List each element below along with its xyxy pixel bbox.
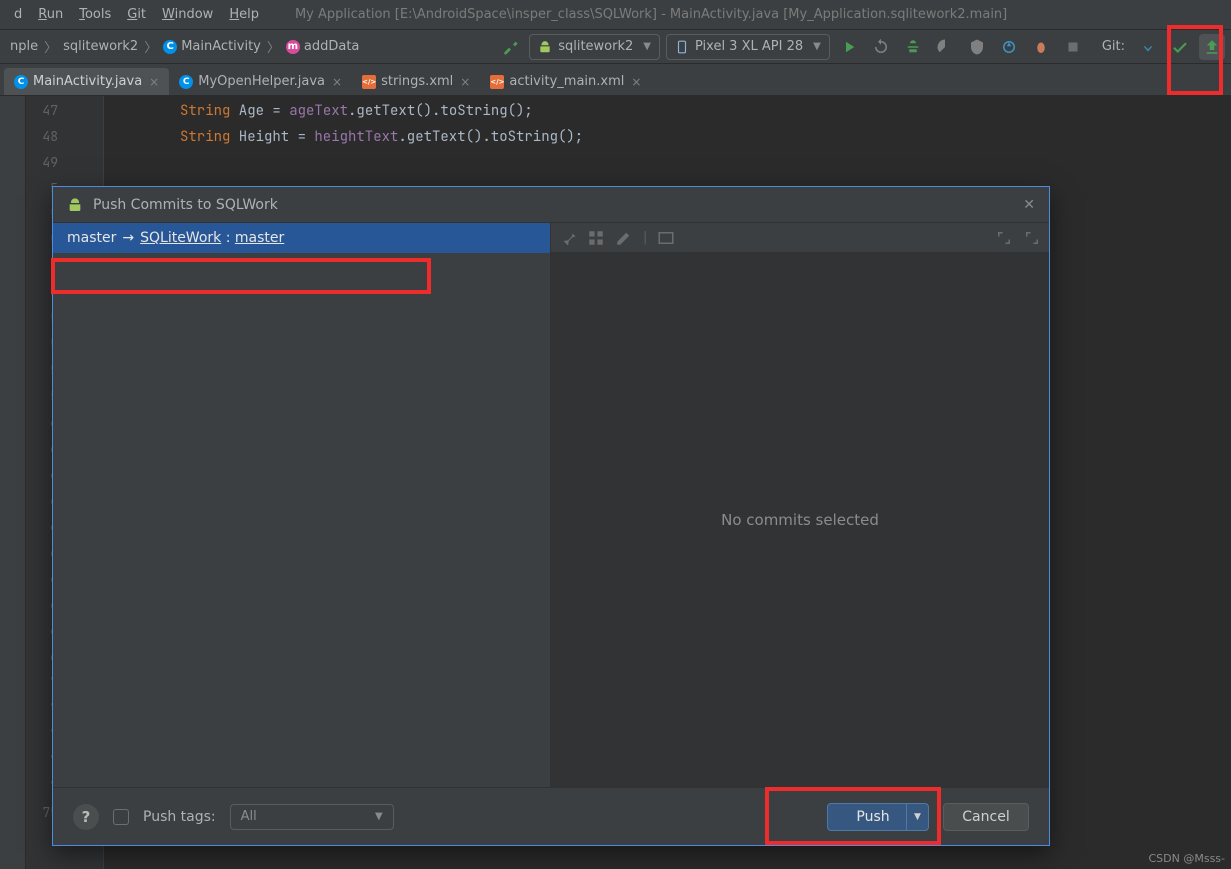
toolbar: nple 〉 sqlitework2 〉 C MainActivity 〉 m … [0,30,1231,64]
device-combo[interactable]: Pixel 3 XL API 28 ▼ [666,34,830,60]
push-tags-checkbox[interactable] [113,809,129,825]
android-icon [538,40,552,54]
push-commits-dialog: Push Commits to SQLWork ✕ master → SQLit… [52,186,1050,846]
branches-panel: master → SQLiteWork : master [53,223,551,787]
dialog-body: master → SQLiteWork : master | No commit… [53,223,1049,787]
bug-icon [904,38,922,56]
tab-mainactivity[interactable]: C MainActivity.java × [4,68,169,95]
dialog-title-bar: Push Commits to SQLWork ✕ [53,187,1049,223]
line-number: 48 [26,124,66,150]
hammer-icon [503,39,519,55]
method-icon: m [286,40,300,54]
chevron-right-icon: 〉 [142,37,159,56]
push-icon [1203,38,1221,56]
git-push-button[interactable] [1199,34,1225,60]
close-icon[interactable]: × [631,75,641,89]
debug-button[interactable] [900,34,926,60]
menu-item-help[interactable]: Help [221,7,267,22]
stop-button[interactable] [1060,34,1086,60]
edit-icon[interactable] [615,229,633,247]
push-button[interactable]: Push ▼ [827,803,929,831]
toolbar-actions: sqlitework2 ▼ Pixel 3 XL API 28 ▼ [499,34,1225,60]
line-number: 49 [26,150,66,176]
window-title: My Application [E:\AndroidSpace\insper_c… [295,7,1007,22]
breadcrumb-class[interactable]: C MainActivity [159,39,265,54]
chevron-down-icon: ▼ [375,811,383,822]
profiler-icon [936,38,954,56]
help-button[interactable]: ? [73,804,99,830]
build-button[interactable] [499,35,523,59]
android-icon [67,197,83,213]
cancel-button[interactable]: Cancel [943,803,1029,831]
menu-item-build[interactable]: d [6,7,30,22]
xml-icon: </> [362,75,376,89]
breadcrumb: nple 〉 sqlitework2 〉 C MainActivity 〉 m … [6,37,363,56]
profile-button[interactable] [932,34,958,60]
push-tags-combo[interactable]: All ▼ [230,804,394,830]
beetle-icon [1032,38,1050,56]
download-icon [1139,38,1157,56]
java-icon: C [14,75,28,89]
close-icon[interactable]: × [460,75,470,89]
branch-mapping-row[interactable]: master → SQLiteWork : master [53,223,550,253]
apply-changes-button[interactable] [868,34,894,60]
refresh-icon [872,38,890,56]
attach-icon [1000,38,1018,56]
editor-tabs: C MainActivity.java × C MyOpenHelper.jav… [0,64,1231,96]
shield-icon [968,38,986,56]
close-icon[interactable]: × [149,75,159,89]
pin-icon[interactable] [559,229,577,247]
remote-branch-link[interactable]: master [235,230,284,246]
git-commit-button[interactable] [1167,34,1193,60]
tab-strings[interactable]: </> strings.xml × [352,68,480,95]
image-icon[interactable] [657,229,675,247]
expand-icon[interactable] [995,229,1013,247]
line-number: 47 [26,98,66,124]
chevron-down-icon[interactable]: ▼ [906,804,928,830]
java-icon: C [179,75,193,89]
menu-item-window[interactable]: Window [154,7,221,22]
chevron-right-icon: 〉 [265,37,282,56]
class-icon: C [163,40,177,54]
attach-profiler-button[interactable] [1028,34,1054,60]
commits-toolbar: | [551,223,1049,253]
watermark: CSDN @Msss- [1148,852,1225,865]
chevron-down-icon: ▼ [643,41,651,52]
git-label: Git: [1102,39,1125,54]
collapse-icon[interactable] [1023,229,1041,247]
grid-icon[interactable] [587,229,605,247]
attach-debugger-button[interactable] [996,34,1022,60]
tool-window-rail[interactable] [0,96,26,869]
dialog-footer: ? Push tags: All ▼ Push ▼ Cancel [53,787,1049,845]
coverage-button[interactable] [964,34,990,60]
close-icon[interactable]: × [332,75,342,89]
menu-item-git[interactable]: Git [119,7,154,22]
menu-item-run[interactable]: Run [30,7,71,22]
arrow-right-icon: → [122,230,134,246]
run-config-combo[interactable]: sqlitework2 ▼ [529,34,660,60]
chevron-down-icon: ▼ [813,41,821,52]
breadcrumb-item[interactable]: sqlitework2 [59,39,142,54]
no-commits-placeholder: No commits selected [551,253,1049,787]
breadcrumb-method[interactable]: m addData [282,39,364,54]
stop-icon [1064,38,1082,56]
git-update-button[interactable] [1135,34,1161,60]
check-icon [1171,38,1189,56]
device-icon [675,40,689,54]
xml-icon: </> [490,75,504,89]
close-icon[interactable]: ✕ [1023,197,1035,213]
run-button[interactable] [836,34,862,60]
chevron-right-icon: 〉 [42,37,59,56]
dialog-title: Push Commits to SQLWork [93,197,278,213]
push-tags-label: Push tags: [143,809,216,825]
menu-item-tools[interactable]: Tools [71,7,119,22]
tab-myopenhelper[interactable]: C MyOpenHelper.java × [169,68,352,95]
remote-name-link[interactable]: SQLiteWork [140,230,221,246]
breadcrumb-item[interactable]: nple [6,39,42,54]
commits-panel: | No commits selected [551,223,1049,787]
menu-bar: d Run Tools Git Window Help My Applicati… [0,0,1231,30]
play-icon [840,38,858,56]
tab-activitymain[interactable]: </> activity_main.xml × [480,68,651,95]
